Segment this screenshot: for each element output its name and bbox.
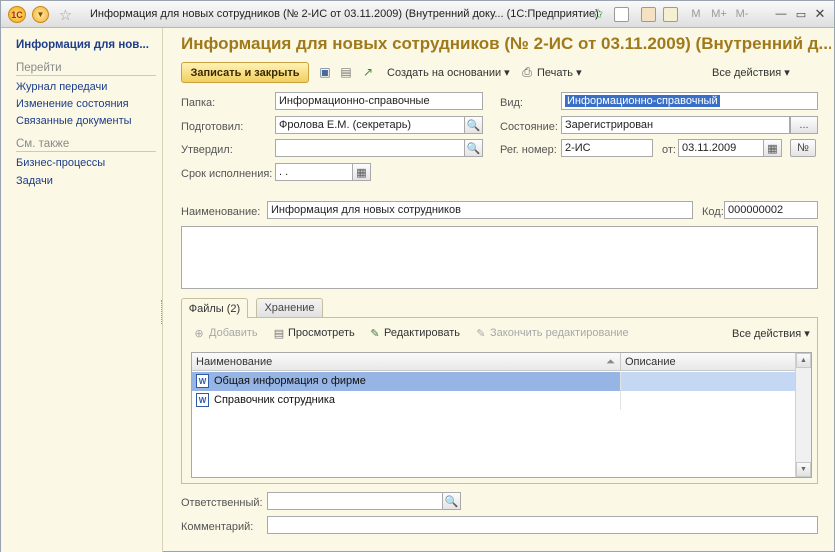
maximize-icon[interactable]: ▭ — [793, 5, 809, 23]
window-title: Информация для новых сотрудников (№ 2-ИС… — [90, 8, 599, 20]
save-and-close-button[interactable]: Записать и закрыть — [181, 62, 309, 83]
vertical-scrollbar[interactable]: ▲ ▼ — [795, 353, 811, 477]
edit-icon[interactable]: ✎ — [368, 326, 382, 340]
prepared-label: Подготовил: — [181, 121, 244, 133]
code-label: Код: — [702, 206, 724, 218]
nav-section-go: Перейти — [16, 62, 156, 76]
content-textarea[interactable] — [181, 226, 818, 289]
reg-number-label: Рег. номер: — [500, 144, 557, 156]
prepared-field[interactable]: Фролова Е.М. (секретарь) — [275, 116, 465, 134]
edit-file-button[interactable]: Редактировать — [384, 327, 460, 339]
reg-number-field[interactable]: 2-ИС — [561, 139, 653, 157]
column-name-header[interactable]: Наименование — [192, 353, 620, 371]
deadline-field[interactable]: . . — [275, 163, 353, 181]
memory-m-icon[interactable]: M — [687, 5, 705, 23]
table-header: Наименование ⏶ Описание — [192, 353, 796, 371]
favorites-star-icon[interactable]: ☆ — [57, 6, 74, 24]
add-to-favorites-icon[interactable]: ✩ — [589, 5, 607, 23]
form-title: Информация для новых сотрудников (№ 2-ИС… — [181, 34, 831, 53]
view-icon[interactable]: ▤ — [272, 326, 286, 340]
panel-splitter[interactable] — [161, 300, 165, 324]
document-form: Информация для новых сотрудников (№ 2-ИС… — [167, 28, 834, 552]
link-icon[interactable] — [612, 5, 630, 23]
comment-field[interactable] — [267, 516, 818, 534]
main-window: 1С ▼ ☆ Информация для новых сотрудников … — [0, 0, 835, 552]
code-field[interactable]: 000000002 — [724, 201, 818, 219]
table-row[interactable]: W Справочник сотрудника — [192, 391, 796, 410]
main-menu-icon[interactable]: ▼ — [32, 6, 49, 23]
date-field[interactable]: 03.11.2009 — [678, 139, 764, 157]
view-file-button[interactable]: Просмотреть — [288, 327, 355, 339]
state-label: Состояние: — [500, 121, 558, 133]
file-description-cell — [620, 391, 796, 410]
create-based-on-menu[interactable]: Создать на основании ▾ — [387, 66, 510, 79]
name-label: Наименование: — [181, 206, 261, 218]
save-icon[interactable]: ▣ — [317, 64, 333, 80]
deadline-label: Срок исполнения: — [181, 168, 273, 180]
calendar-icon[interactable]: ▦ — [764, 139, 782, 157]
type-field[interactable]: Информационно-справочный — [561, 92, 818, 110]
all-actions-menu[interactable]: Все действия ▾ — [712, 66, 790, 79]
calendar-icon[interactable] — [661, 5, 679, 23]
memory-plus-icon[interactable]: M+ — [709, 5, 729, 23]
nav-title[interactable]: Информация для нов... — [16, 39, 149, 51]
close-icon[interactable]: ✕ — [812, 5, 828, 23]
finish-edit-icon[interactable]: ✎ — [474, 326, 488, 340]
name-field[interactable]: Информация для новых сотрудников — [267, 201, 693, 219]
sort-icon[interactable]: ⏶ — [602, 353, 618, 371]
add-file-button[interactable]: Добавить — [209, 327, 258, 339]
nav-section-see-also: См. также — [16, 138, 156, 152]
tab-files[interactable]: Файлы (2) — [181, 298, 248, 318]
comment-label: Комментарий: — [181, 521, 254, 533]
approved-label: Утвердил: — [181, 144, 233, 156]
calendar-icon[interactable]: ▦ — [353, 163, 371, 181]
file-description-cell — [620, 372, 796, 391]
search-icon[interactable]: 🔍 — [465, 116, 483, 134]
type-label: Вид: — [500, 97, 523, 109]
add-icon[interactable]: ⊕ — [192, 326, 206, 340]
print-menu[interactable]: Печать ▾ — [537, 66, 582, 79]
files-panel: ⊕ Добавить ▤ Просмотреть ✎ Редактировать… — [181, 317, 818, 484]
responsible-field[interactable] — [267, 492, 443, 510]
memory-minus-icon[interactable]: M- — [732, 5, 752, 23]
search-icon[interactable]: 🔍 — [465, 139, 483, 157]
folder-field[interactable]: Информационно-справочные — [275, 92, 483, 110]
files-all-actions-menu[interactable]: Все действия ▾ — [732, 327, 810, 340]
nav-link-transfer-log[interactable]: Журнал передачи — [16, 81, 107, 93]
calculator-icon[interactable] — [639, 5, 657, 23]
table-row[interactable]: W Общая информация о фирме — [192, 372, 796, 391]
date-from-label: от: — [662, 144, 676, 156]
nav-link-business-processes[interactable]: Бизнес-процессы — [16, 157, 105, 169]
post-icon[interactable]: ↗ — [360, 64, 376, 80]
file-name-cell: Общая информация о фирме — [214, 375, 366, 387]
state-field[interactable]: Зарегистрирован — [561, 116, 790, 134]
title-bar: 1С ▼ ☆ Информация для новых сотрудников … — [1, 1, 834, 28]
file-name-cell: Справочник сотрудника — [214, 394, 336, 406]
document-icon[interactable]: ▤ — [338, 64, 354, 80]
state-select-ellipsis-icon[interactable]: ... — [790, 116, 818, 134]
nav-link-tasks[interactable]: Задачи — [16, 175, 53, 187]
column-description-header[interactable]: Описание — [620, 353, 796, 371]
files-table: Наименование ⏶ Описание W Общая информац… — [191, 352, 812, 478]
scroll-down-arrow-icon[interactable]: ▼ — [796, 462, 811, 477]
scroll-up-arrow-icon[interactable]: ▲ — [796, 353, 811, 368]
finish-edit-button[interactable]: Закончить редактирование — [490, 327, 629, 339]
nav-link-related-docs[interactable]: Связанные документы — [16, 115, 132, 127]
responsible-label: Ответственный: — [181, 497, 263, 509]
minimize-icon[interactable]: — — [773, 5, 789, 23]
navigation-panel: Информация для нов... Перейти Журнал пер… — [1, 28, 163, 552]
folder-label: Папка: — [181, 97, 216, 109]
search-icon[interactable]: 🔍 — [443, 492, 461, 510]
app-logo-icon[interactable]: 1С — [8, 6, 26, 23]
approved-field[interactable] — [275, 139, 465, 157]
number-button[interactable]: № — [790, 139, 816, 157]
nav-link-state-change[interactable]: Изменение состояния — [16, 98, 129, 110]
tab-storage[interactable]: Хранение — [256, 298, 323, 317]
printer-icon[interactable]: ⎙ — [519, 64, 535, 80]
